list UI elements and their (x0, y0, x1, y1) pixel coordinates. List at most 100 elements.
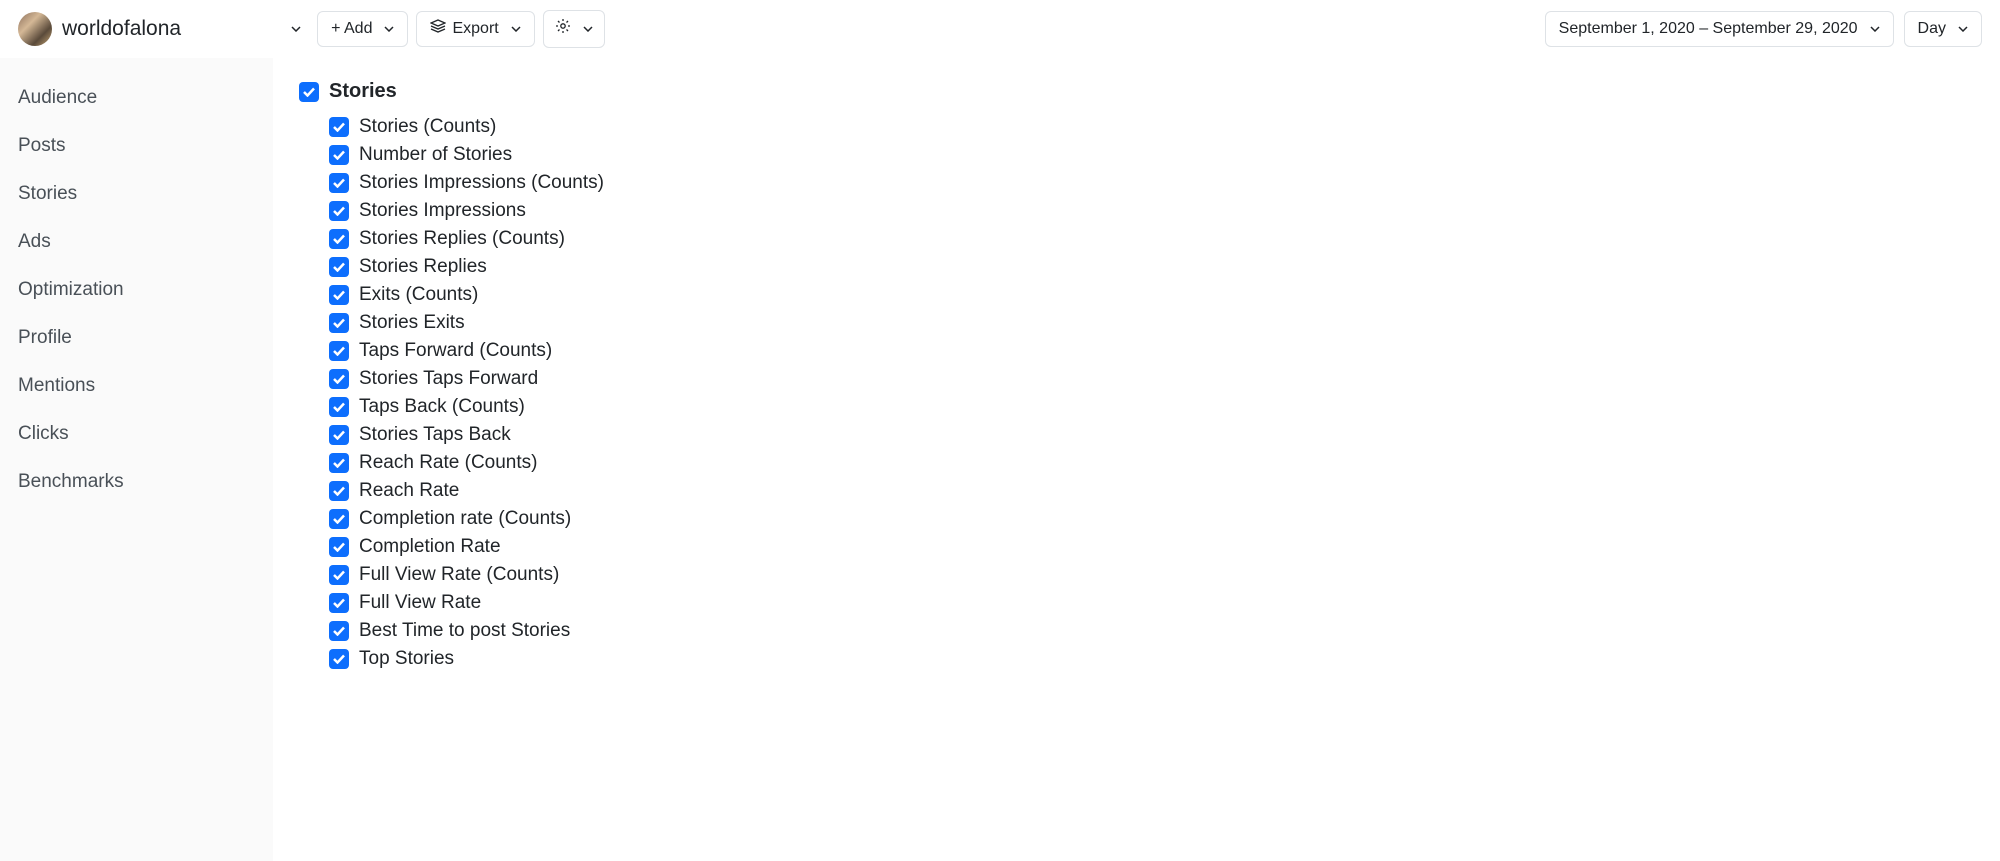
metric-item: Stories Taps Back (329, 421, 1974, 449)
metric-checkbox[interactable] (329, 537, 349, 557)
metric-item: Exits (Counts) (329, 281, 1974, 309)
sidebar-item[interactable]: Audience (0, 74, 273, 122)
chevron-down-icon (384, 26, 394, 32)
metric-item: Stories Replies (Counts) (329, 225, 1974, 253)
metric-label: Exits (Counts) (359, 284, 478, 306)
sidebar-item-label: Clicks (18, 423, 69, 444)
metric-label: Best Time to post Stories (359, 620, 570, 642)
metric-checkbox[interactable] (329, 369, 349, 389)
metric-checkbox[interactable] (329, 397, 349, 417)
metric-checkbox[interactable] (329, 649, 349, 669)
metric-label: Completion Rate (359, 536, 501, 558)
metric-item: Full View Rate (329, 589, 1974, 617)
metric-item: Stories Exits (329, 309, 1974, 337)
metric-item: Stories Taps Forward (329, 365, 1974, 393)
chevron-down-icon (583, 26, 593, 32)
metric-checkbox[interactable] (329, 285, 349, 305)
sidebar-item[interactable]: Optimization (0, 266, 273, 314)
avatar (18, 12, 52, 46)
metric-item: Reach Rate (Counts) (329, 449, 1974, 477)
metric-label: Stories Exits (359, 312, 465, 334)
metric-label: Taps Back (Counts) (359, 396, 525, 418)
chevron-down-icon (1870, 26, 1880, 32)
metric-label: Number of Stories (359, 144, 512, 166)
metric-checkbox[interactable] (329, 341, 349, 361)
metric-item: Reach Rate (329, 477, 1974, 505)
account-name: worldofalona (62, 17, 181, 41)
sidebar-item[interactable]: Posts (0, 122, 273, 170)
metric-item: Completion Rate (329, 533, 1974, 561)
metric-label: Stories Replies (359, 256, 487, 278)
metric-checkbox[interactable] (329, 565, 349, 585)
metric-checkbox[interactable] (329, 313, 349, 333)
metric-item: Best Time to post Stories (329, 617, 1974, 645)
metric-item: Completion rate (Counts) (329, 505, 1974, 533)
metric-checkbox[interactable] (329, 229, 349, 249)
chevron-down-icon (291, 26, 301, 32)
sidebar-item-label: Ads (18, 231, 51, 252)
sidebar-item[interactable]: Profile (0, 314, 273, 362)
metric-checkbox[interactable] (329, 425, 349, 445)
sidebar-item[interactable]: Ads (0, 218, 273, 266)
metric-item: Stories Impressions (329, 197, 1974, 225)
sidebar-item[interactable]: Stories (0, 170, 273, 218)
metric-label: Reach Rate (Counts) (359, 452, 537, 474)
metric-item: Stories Impressions (Counts) (329, 169, 1974, 197)
metric-checkbox[interactable] (329, 593, 349, 613)
metric-item: Taps Back (Counts) (329, 393, 1974, 421)
metric-checkbox[interactable] (329, 201, 349, 221)
granularity-picker[interactable]: Day (1904, 11, 1982, 48)
metric-label: Completion rate (Counts) (359, 508, 571, 530)
metric-label: Reach Rate (359, 480, 459, 502)
section-checkbox[interactable] (299, 82, 319, 102)
metric-checkbox[interactable] (329, 173, 349, 193)
chevron-down-icon (1958, 26, 1968, 32)
metric-label: Full View Rate (Counts) (359, 564, 559, 586)
metric-item: Stories Replies (329, 253, 1974, 281)
export-button[interactable]: Export (416, 11, 534, 48)
metric-item: Top Stories (329, 645, 1974, 673)
add-button-label: + Add (331, 19, 372, 40)
sidebar-item-label: Optimization (18, 279, 124, 300)
settings-button[interactable] (543, 10, 605, 49)
metric-item: Taps Forward (Counts) (329, 337, 1974, 365)
sidebar-item[interactable]: Mentions (0, 362, 273, 410)
sidebar-item[interactable]: Clicks (0, 410, 273, 458)
metric-label: Stories Taps Back (359, 424, 511, 446)
layers-icon (430, 19, 446, 40)
account-selector[interactable]: worldofalona (18, 8, 309, 50)
date-range-picker[interactable]: September 1, 2020 – September 29, 2020 (1545, 11, 1894, 48)
metric-checkbox[interactable] (329, 481, 349, 501)
add-button[interactable]: + Add (317, 11, 408, 48)
sidebar: Audience Posts Stories Ads Optimization Profi… (0, 58, 273, 861)
export-button-label: Export (452, 19, 498, 40)
metric-checkbox[interactable] (329, 453, 349, 473)
sidebar-item-label: Profile (18, 327, 72, 348)
sidebar-item-label: Posts (18, 135, 66, 156)
gear-icon (555, 18, 571, 41)
metric-label: Taps Forward (Counts) (359, 340, 552, 362)
metric-label: Stories (Counts) (359, 116, 496, 138)
metric-item: Number of Stories (329, 141, 1974, 169)
metric-item: Full View Rate (Counts) (329, 561, 1974, 589)
section-title: Stories (329, 80, 397, 103)
metric-label: Stories Impressions (Counts) (359, 172, 604, 194)
metric-label: Top Stories (359, 648, 454, 670)
metric-label: Stories Taps Forward (359, 368, 538, 390)
metric-list: Stories (Counts) Number of Stories Stories… (299, 113, 1974, 673)
date-range-label: September 1, 2020 – September 29, 2020 (1559, 19, 1858, 40)
metric-label: Stories Impressions (359, 200, 526, 222)
metric-label: Full View Rate (359, 592, 481, 614)
metric-checkbox[interactable] (329, 509, 349, 529)
sidebar-item-label: Benchmarks (18, 471, 124, 492)
sidebar-item-label: Mentions (18, 375, 95, 396)
granularity-label: Day (1918, 19, 1946, 40)
metric-checkbox[interactable] (329, 145, 349, 165)
metric-checkbox[interactable] (329, 621, 349, 641)
sidebar-item-label: Stories (18, 183, 77, 204)
metric-checkbox[interactable] (329, 257, 349, 277)
metric-checkbox[interactable] (329, 117, 349, 137)
metric-item: Stories (Counts) (329, 113, 1974, 141)
sidebar-item[interactable]: Benchmarks (0, 458, 273, 506)
content: Stories Stories (Counts) Number of Storie… (273, 58, 2000, 861)
